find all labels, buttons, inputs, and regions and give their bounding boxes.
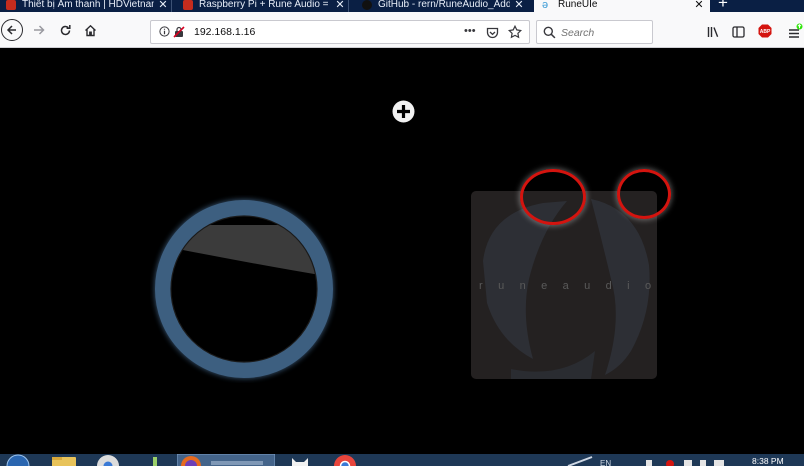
close-tab-icon[interactable]: ✕ [514, 0, 524, 11]
chrome-icon[interactable] [96, 454, 120, 466]
firefox-icon[interactable] [177, 454, 275, 466]
tray-icons[interactable] [640, 456, 730, 466]
new-tab-button[interactable]: + [713, 0, 733, 11]
tab-github[interactable]: GitHub - rern/RuneAudio_Addo ✕ [362, 0, 528, 12]
language-indicator[interactable]: EN [600, 459, 611, 466]
tab-runeui[interactable]: ǝ RuneUIe ✕ [534, 0, 710, 12]
reload-icon [60, 24, 71, 35]
explorer-icon[interactable] [51, 455, 77, 466]
tab-strip: Thiết bị Âm thanh | HDVietnam ✕ Raspberr… [0, 0, 804, 12]
svg-text:ABP: ABP [760, 29, 771, 35]
close-tab-icon[interactable]: ✕ [335, 0, 345, 11]
hdvietnam-favicon-icon [6, 0, 16, 10]
home-button[interactable] [80, 20, 100, 40]
reload-button[interactable] [55, 20, 75, 40]
bookmark-star-icon[interactable] [507, 24, 523, 44]
back-icon [6, 25, 16, 35]
start-icon[interactable] [6, 454, 30, 466]
clock[interactable]: 8:38 PM [752, 456, 784, 466]
adblock-icon[interactable]: ABP [758, 24, 772, 43]
volume-knob[interactable] [150, 195, 338, 383]
tab-title: GitHub - rern/RuneAudio_Addo [378, 0, 510, 10]
github-favicon-icon [362, 0, 372, 10]
add-plus-icon[interactable] [392, 100, 415, 123]
raspberry-favicon-icon [183, 0, 193, 10]
forward-icon [33, 25, 45, 35]
sidebar-icon[interactable] [732, 25, 745, 43]
close-tab-icon[interactable]: ✕ [158, 0, 168, 11]
forward-button[interactable] [29, 20, 49, 40]
tab-title: RuneUIe [558, 0, 598, 10]
tab-title: Thiết bị Âm thanh | HDVietnam [22, 0, 154, 10]
page-actions-button[interactable]: ••• [464, 25, 476, 37]
pocket-icon[interactable] [486, 26, 499, 44]
menu-icon[interactable] [788, 23, 804, 44]
home-icon [84, 24, 96, 36]
search-input[interactable]: Search [561, 27, 594, 39]
tab-title: Raspberry Pi + Rune Audio = M [199, 0, 331, 10]
annotation-circle [520, 169, 586, 225]
tab-raspberry[interactable]: Raspberry Pi + Rune Audio = M ✕ [183, 0, 349, 12]
app-icon[interactable] [150, 457, 160, 466]
cat-icon[interactable] [288, 454, 312, 466]
back-button[interactable] [1, 19, 23, 41]
close-tab-icon[interactable]: ✕ [694, 0, 704, 11]
library-icon[interactable] [707, 25, 720, 43]
network-icon[interactable] [566, 455, 596, 466]
navigation-bar: 192.168.1.16 ••• Search ABP [0, 12, 804, 48]
search-bar[interactable]: Search [536, 20, 653, 44]
runeaudio-favicon-icon: ǝ [542, 0, 549, 11]
insecure-icon[interactable] [173, 26, 185, 41]
search-icon [543, 26, 556, 44]
url-text[interactable]: 192.168.1.16 [194, 26, 255, 38]
url-bar[interactable]: 192.168.1.16 ••• [150, 20, 530, 44]
tab-separator [171, 0, 172, 12]
screen: Thiết bị Âm thanh | HDVietnam ✕ Raspberr… [0, 0, 804, 466]
page-content: runeaudio [0, 48, 804, 454]
brand-wordmark: runeaudio [479, 280, 657, 292]
chrome-icon-2[interactable] [333, 454, 357, 466]
tab-separator [348, 0, 349, 12]
windows-taskbar: EN 8:38 PM [0, 454, 804, 466]
annotation-circle [617, 169, 671, 219]
tab-hdvietnam[interactable]: Thiết bị Âm thanh | HDVietnam ✕ [6, 0, 172, 12]
info-icon[interactable] [159, 26, 170, 40]
